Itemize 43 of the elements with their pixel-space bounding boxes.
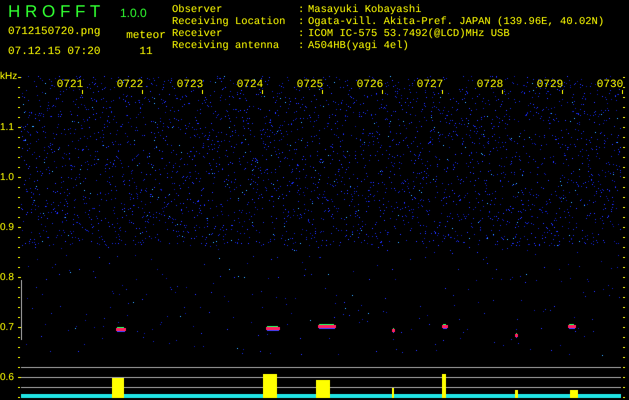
- time-label: 0730: [596, 79, 624, 91]
- time-label: 0726: [356, 79, 384, 91]
- time-label: 0724: [236, 79, 264, 91]
- timestamp: 07.12.15 07:20: [8, 46, 102, 58]
- frequency-label: 1.0: [0, 172, 14, 182]
- time-label: 0722: [116, 79, 144, 91]
- time-label: 0729: [536, 79, 564, 91]
- frequency-label: 0.7: [0, 322, 14, 332]
- range-marker: [21, 280, 22, 340]
- info-label: Receiving antenna: [172, 40, 280, 52]
- app-title: H R O F F T: [8, 2, 102, 22]
- info-separator: :: [298, 4, 306, 16]
- info-separator: :: [298, 40, 306, 52]
- meteor-echo: [442, 324, 448, 329]
- frequency-unit: kHz: [0, 71, 18, 82]
- meteor-echo: [392, 328, 395, 333]
- meteor-count: 11: [138, 46, 154, 58]
- info-label: Observer: [172, 4, 224, 16]
- time-label: 0721: [56, 79, 84, 91]
- info-label: Receiver: [172, 28, 224, 40]
- frequency-label: 0.6: [0, 372, 14, 382]
- info-separator: :: [298, 28, 306, 40]
- time-label: 0727: [416, 79, 444, 91]
- info-value: Masayuki Kobayashi: [308, 4, 422, 16]
- time-label: 0728: [476, 79, 504, 91]
- frequency-label: 0.8: [0, 272, 14, 282]
- meteor-echo: [515, 333, 518, 338]
- meteor-label: meteor: [125, 30, 167, 42]
- meteor-echo: [568, 324, 576, 329]
- meteor-echo: [266, 326, 280, 331]
- info-value: ICOM IC-575 53.7492(@LCD)MHz USB: [308, 28, 511, 40]
- meteor-echo: [318, 324, 336, 329]
- file-name: 0712150720.png: [8, 26, 102, 38]
- time-label: 0723: [176, 79, 204, 91]
- info-label: Receiving Location: [172, 16, 286, 28]
- time-label: 0725: [296, 79, 324, 91]
- info-value: Ogata-vill. Akita-Pref. JAPAN (139.96E, 40.02N): [308, 16, 604, 28]
- frequency-label: 0.9: [0, 222, 14, 232]
- info-value: A504HB(yagi 4el): [308, 40, 410, 52]
- frequency-label: 1.1: [0, 122, 14, 132]
- meteor-echo: [116, 327, 126, 332]
- app-version: 1.0.0: [120, 5, 148, 22]
- info-separator: :: [298, 16, 306, 28]
